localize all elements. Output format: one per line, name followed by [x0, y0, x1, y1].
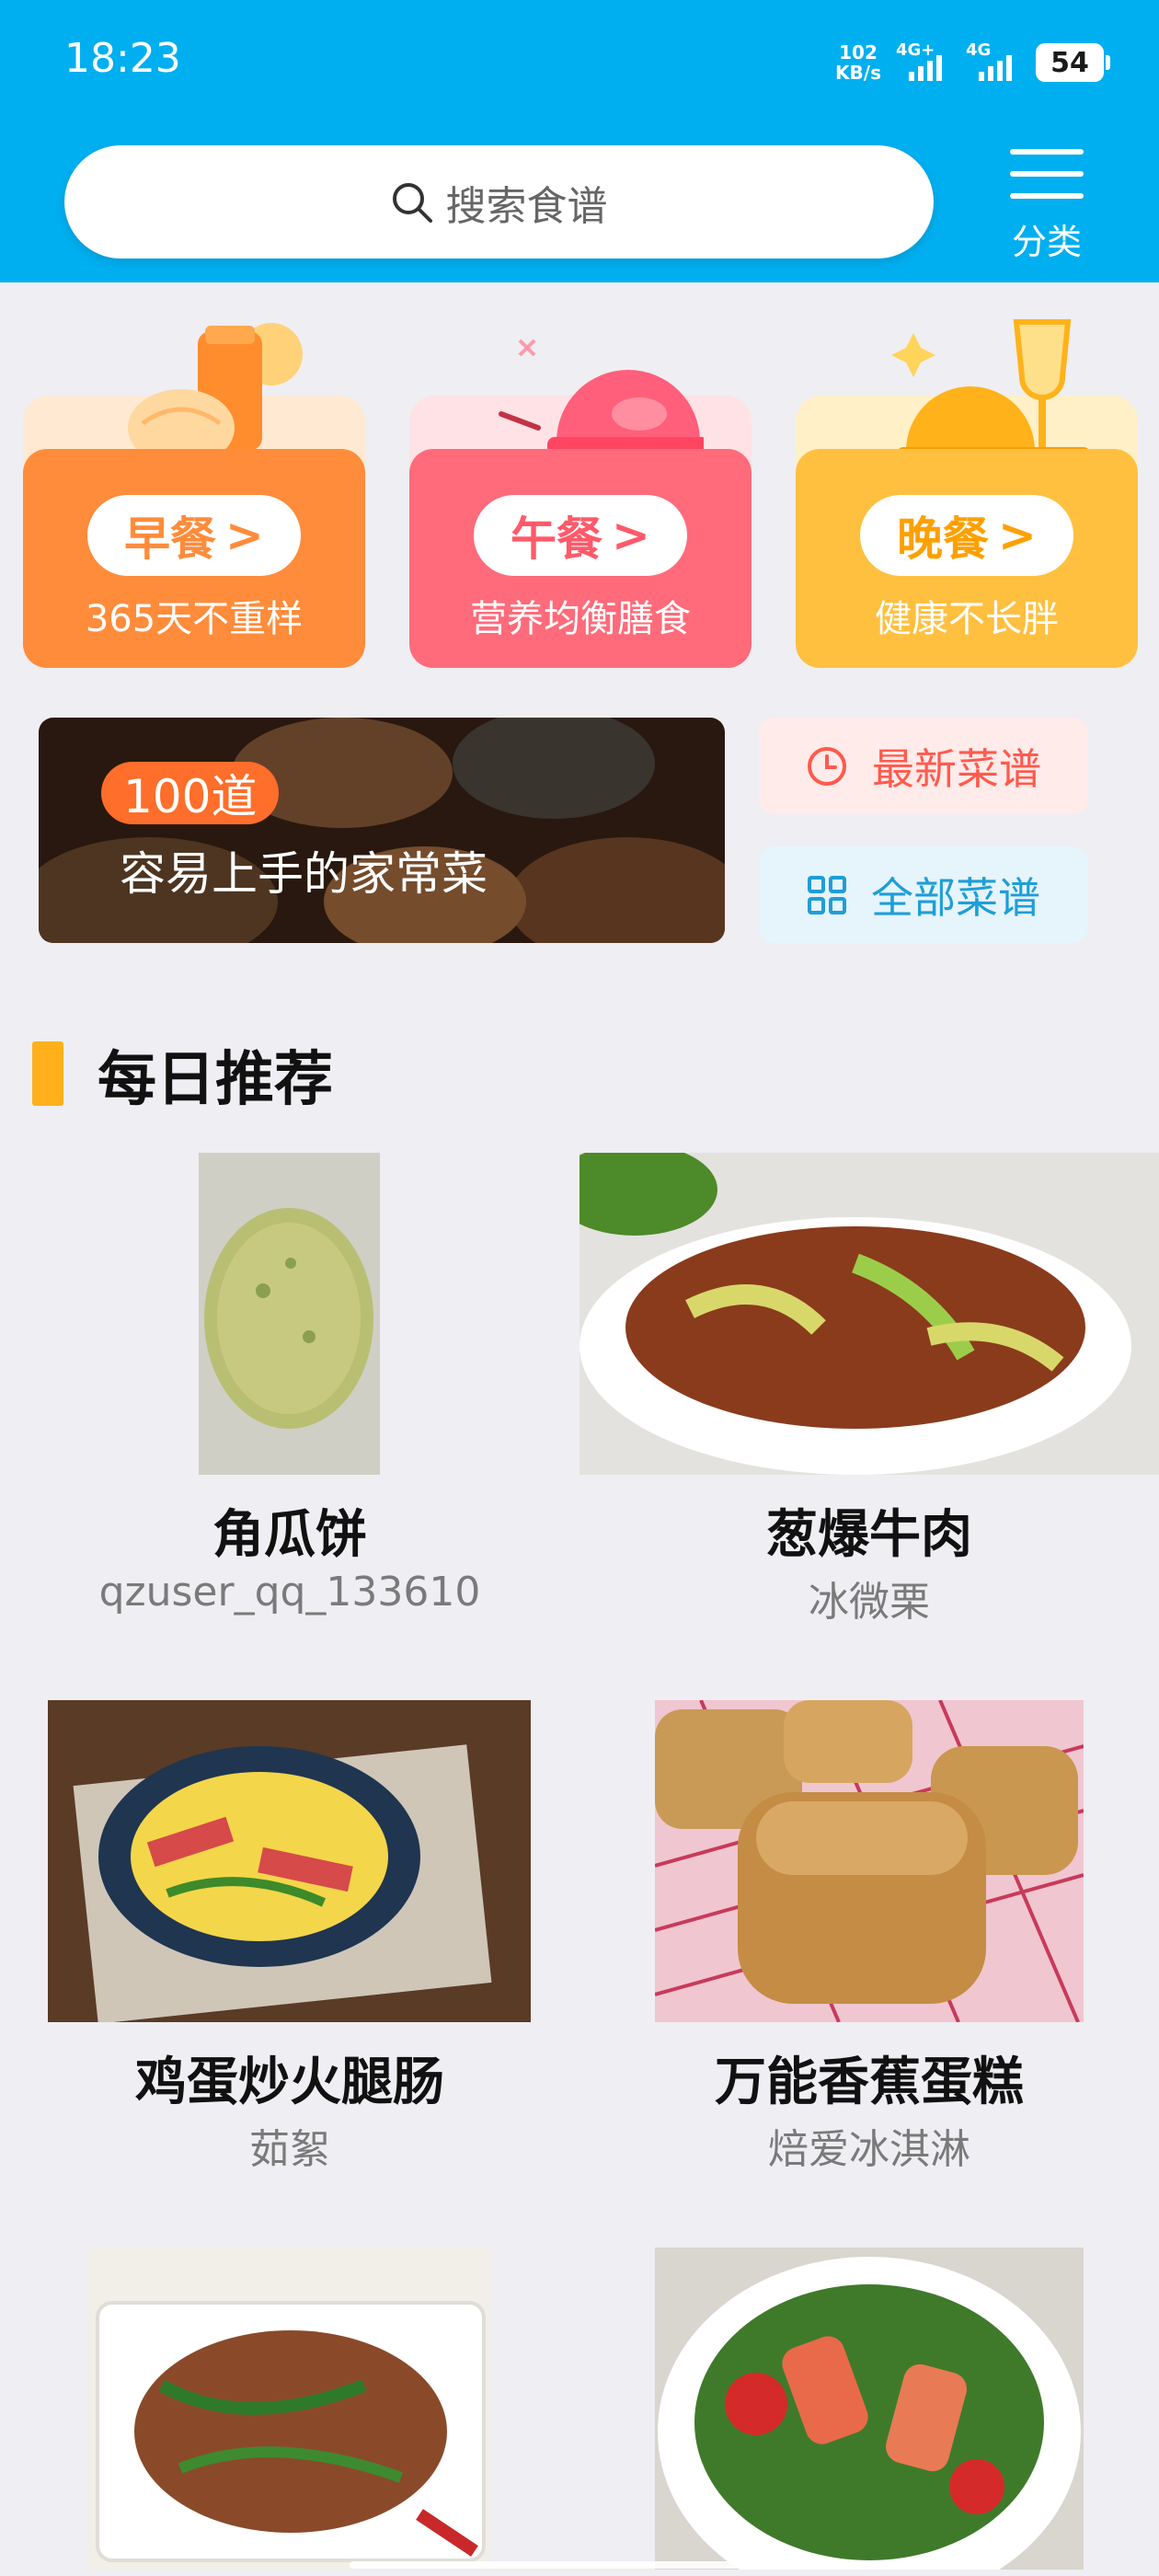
signal-icon-2: 4G [966, 40, 1021, 81]
recipe-author: qzuser_qq_133610 [98, 1569, 481, 1616]
breakfast-icon [128, 323, 303, 466]
lunch-button: 午餐 > [474, 495, 687, 576]
banner-image [39, 718, 725, 943]
recipe-author: 茹絮 [249, 2126, 330, 2173]
recipe-image [655, 1700, 1084, 2022]
breakfast-subtitle: 365天不重样 [85, 598, 304, 640]
dinner-card[interactable]: 晚餐 > 健康不长胖 [796, 304, 1138, 668]
dinner-icon [891, 319, 1090, 460]
recipe-image [580, 1153, 1159, 1475]
banner-badge: 100道 [101, 762, 280, 824]
signal-icon: 4G+ [896, 40, 951, 81]
dinner-subtitle: 健康不长胖 [875, 598, 1059, 640]
status-icons: 102 KB/s 4G+ 4G 54 [835, 37, 1110, 88]
menu-icon [1010, 149, 1084, 199]
category-button[interactable]: 分类 [1003, 147, 1091, 276]
search-icon [392, 182, 432, 223]
recipe-image [48, 1700, 531, 2022]
clock-icon [808, 746, 846, 786]
lunch-subtitle: 营养均衡膳食 [470, 598, 691, 640]
dinner-button: 晚餐 > [860, 495, 1073, 576]
recipe-name: 葱爆牛肉 [766, 1505, 972, 1565]
chevron-right-icon: > [998, 509, 1037, 562]
lunch-icon [499, 339, 704, 457]
net-speed: 102 KB/s [835, 41, 881, 84]
category-label: 分类 [1011, 222, 1082, 262]
app-header: 18:23 102 KB/s 4G+ 4G 54 搜索食谱 分类 [0, 0, 1159, 282]
section-title: 每日推荐 [98, 1046, 333, 1114]
recipe-image [88, 2248, 490, 2570]
chevron-right-icon: > [612, 509, 650, 562]
section-accent-bar [32, 1041, 63, 1106]
breakfast-card[interactable]: 早餐 > 365天不重样 [23, 304, 365, 668]
banner-title: 容易上手的家常菜 [120, 847, 488, 901]
recipe-name: 鸡蛋炒火腿肠 [135, 2053, 444, 2112]
recipe-name: 角瓜饼 [212, 1505, 367, 1565]
homestyle-dishes-banner[interactable]: 100道 容易上手的家常菜 [39, 718, 725, 943]
battery-icon: 54 [1036, 43, 1110, 82]
recipe-author: 焙爱冰淇淋 [768, 2126, 970, 2173]
all-recipes-button[interactable]: 全部菜谱 [759, 846, 1088, 943]
recipe-author: 冰微栗 [809, 1579, 930, 1626]
search-placeholder: 搜索食谱 [445, 182, 608, 230]
home-indicator [350, 2561, 809, 2569]
recipe-image [655, 2248, 1084, 2570]
grid-icon [808, 875, 846, 914]
lunch-card[interactable]: 午餐 > 营养均衡膳食 [409, 304, 752, 668]
status-time: 18:23 [64, 35, 181, 82]
recipe-image [199, 1153, 380, 1475]
breakfast-button: 早餐 > [87, 495, 301, 576]
recipe-name: 万能香蕉蛋糕 [715, 2053, 1024, 2112]
chevron-right-icon: > [225, 509, 264, 562]
latest-recipes-button[interactable]: 最新菜谱 [759, 718, 1088, 814]
search-input[interactable]: 搜索食谱 [64, 145, 934, 259]
